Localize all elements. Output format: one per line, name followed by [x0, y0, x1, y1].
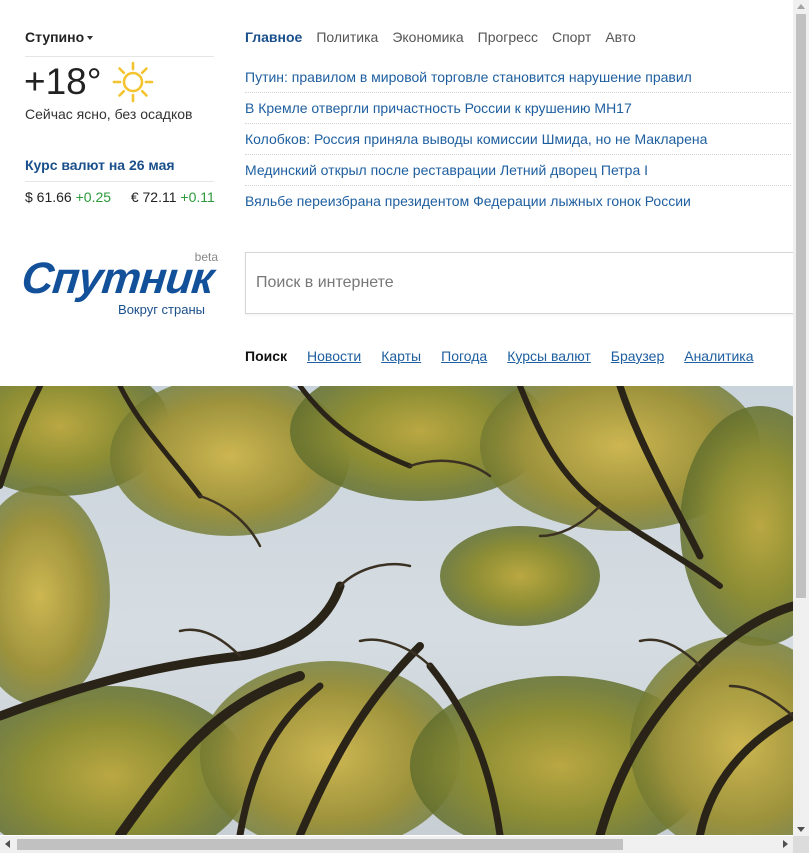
background-photo: [0, 386, 793, 835]
logo-wordmark: Спутник: [19, 254, 216, 303]
service-analytics[interactable]: Аналитика: [684, 348, 753, 364]
tab-progress[interactable]: Прогресс: [478, 29, 538, 45]
service-weather[interactable]: Погода: [441, 348, 487, 364]
news-link[interactable]: Колобков: Россия приняла выводы комиссии…: [245, 124, 791, 155]
search-input[interactable]: [246, 253, 806, 313]
tab-sport[interactable]: Спорт: [552, 29, 591, 45]
horizontal-scrollbar[interactable]: [0, 836, 809, 853]
service-browser[interactable]: Браузер: [611, 348, 664, 364]
horizontal-scroll-thumb[interactable]: [17, 839, 623, 850]
usd-change: +0.25: [75, 189, 112, 205]
service-currency[interactable]: Курсы валют: [507, 348, 591, 364]
sun-icon: [112, 61, 154, 103]
scroll-right-arrow-icon[interactable]: [783, 840, 788, 848]
scrollbar-corner: [793, 836, 809, 853]
tab-politics[interactable]: Политика: [316, 29, 378, 45]
search-box: [245, 252, 806, 314]
news-link[interactable]: В Кремле отвергли причастность России к …: [245, 93, 791, 124]
service-news[interactable]: Новости: [307, 348, 361, 364]
service-search[interactable]: Поиск: [245, 348, 287, 364]
scroll-down-arrow-icon[interactable]: [797, 827, 805, 832]
chevron-down-icon[interactable]: [87, 36, 94, 41]
usd-rate: $ 61.66: [25, 189, 72, 205]
tree-canopy-image: [0, 386, 793, 835]
temperature: +18°: [24, 61, 102, 102]
news-link[interactable]: Вяльбе переизбрана президентом Федерации…: [245, 186, 791, 216]
vertical-scrollbar[interactable]: [793, 0, 809, 836]
eur-rate: € 72.11: [130, 189, 177, 205]
logo-tagline: Вокруг страны: [118, 302, 205, 317]
news-tabs: Главное Политика Экономика Прогресс Спор…: [245, 29, 650, 45]
news-link[interactable]: Мединский открыл после реставрации Летни…: [245, 155, 791, 186]
scroll-up-arrow-icon[interactable]: [797, 4, 805, 9]
city-name[interactable]: Ступино: [25, 29, 84, 45]
rates-title-link[interactable]: Курс валют на 26 мая: [25, 157, 175, 173]
tab-economy[interactable]: Экономика: [392, 29, 463, 45]
divider: [25, 56, 214, 57]
vertical-scroll-thumb[interactable]: [796, 14, 806, 598]
news-link[interactable]: Путин: правилом в мировой торговле стано…: [245, 62, 791, 93]
divider: [25, 181, 214, 182]
sputnik-logo[interactable]: Спутник beta Вокруг страны: [19, 250, 222, 320]
weather-description: Сейчас ясно, без осадков: [25, 106, 193, 122]
services-nav: Поиск Новости Карты Погода Курсы валют Б…: [245, 348, 774, 364]
eur-change: +0.11: [180, 189, 215, 205]
news-list: Путин: правилом в мировой торговле стано…: [245, 62, 791, 216]
tab-auto[interactable]: Авто: [605, 29, 636, 45]
beta-badge: beta: [194, 250, 218, 264]
city-selector[interactable]: Ступино: [25, 29, 94, 45]
scroll-left-arrow-icon[interactable]: [5, 840, 10, 848]
tab-main[interactable]: Главное: [245, 29, 302, 45]
currency-rates: $ 61.66 +0.25 € 72.11 +0.11: [25, 189, 215, 205]
service-maps[interactable]: Карты: [381, 348, 421, 364]
